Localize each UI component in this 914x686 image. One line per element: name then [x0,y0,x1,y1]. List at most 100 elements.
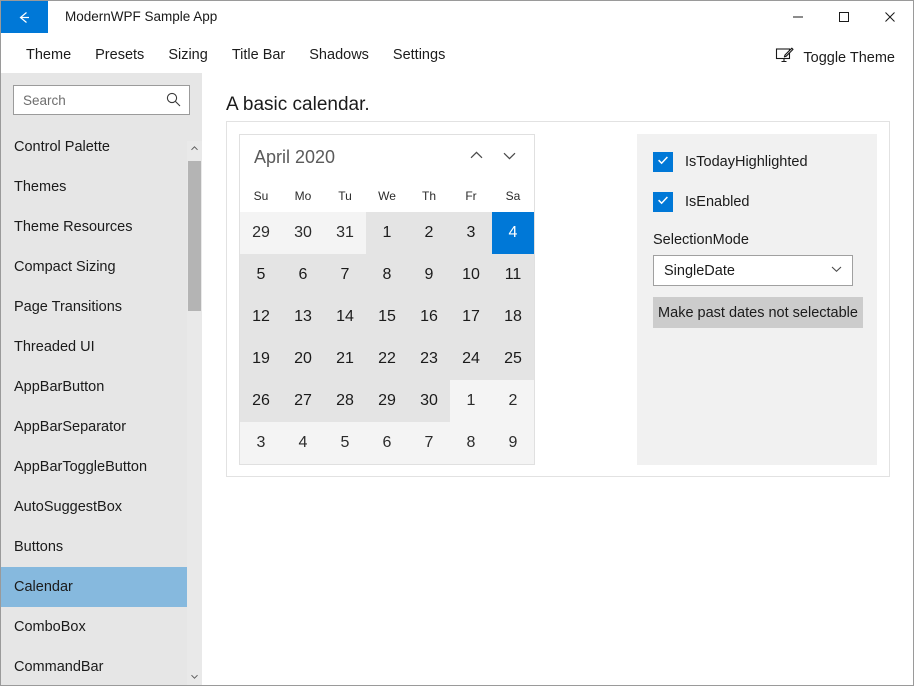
search-input[interactable] [13,85,190,115]
sidebar-item-threaded-ui[interactable]: Threaded UI [1,327,202,367]
content-area: A basic calendar. April 2020 [202,73,913,685]
close-button[interactable] [867,1,913,32]
calendar-day-cell[interactable]: 1 [366,212,408,254]
calendar-day-cell[interactable]: 22 [366,338,408,380]
scrollbar-up-button[interactable] [187,141,202,157]
sidebar-item-autosuggestbox[interactable]: AutoSuggestBox [1,487,202,527]
sidebar-item-commandbar[interactable]: CommandBar [1,647,202,685]
menu-item-settings[interactable]: Settings [381,43,457,67]
calendar-day-cell[interactable]: 26 [240,380,282,422]
sidebar-item-label: AutoSuggestBox [14,499,122,515]
calendar-day-cell[interactable]: 13 [282,296,324,338]
menu-item-presets[interactable]: Presets [83,43,156,67]
calendar-day-cell[interactable]: 15 [366,296,408,338]
calendar-month-title[interactable]: April 2020 [254,147,460,168]
sidebar-item-label: Page Transitions [14,299,122,315]
sidebar-item-appbarbutton[interactable]: AppBarButton [1,367,202,407]
sidebar-item-theme-resources[interactable]: Theme Resources [1,207,202,247]
calendar-day-cell[interactable]: 7 [324,254,366,296]
sidebar-item-label: Themes [14,179,66,195]
sidebar-item-buttons[interactable]: Buttons [1,527,202,567]
calendar-day-cell[interactable]: 1 [450,380,492,422]
sidebar-item-combobox[interactable]: ComboBox [1,607,202,647]
calendar-day-cell[interactable]: 5 [240,254,282,296]
selection-mode-combobox[interactable]: SingleDate [653,255,853,286]
calendar-day-cell[interactable]: 4 [282,422,324,464]
calendar-day-cell[interactable]: 6 [282,254,324,296]
calendar-day-cell[interactable]: 30 [408,380,450,422]
sidebar: Control Palette Themes Theme Resources C… [1,73,202,685]
window-caption-buttons [775,1,913,32]
calendar-day-cell-selected[interactable]: 4 [492,212,534,254]
calendar-day-cell[interactable]: 14 [324,296,366,338]
scrollbar-down-button[interactable] [187,669,202,685]
calendar-day-cell[interactable]: 16 [408,296,450,338]
maximize-icon [838,11,850,23]
calendar-day-cell[interactable]: 6 [366,422,408,464]
calendar-day-cell[interactable]: 17 [450,296,492,338]
options-panel: IsTodayHighlighted IsEnabled Selec [637,134,877,465]
calendar-day-cell[interactable]: 3 [240,422,282,464]
page-title: A basic calendar. [226,94,913,116]
calendar-day-cell[interactable]: 30 [282,212,324,254]
sidebar-item-compact-sizing[interactable]: Compact Sizing [1,247,202,287]
calendar-day-cell[interactable]: 19 [240,338,282,380]
calendar-day-cell[interactable]: 2 [408,212,450,254]
calendar-day-cell[interactable]: 27 [282,380,324,422]
calendar-day-header: Tu [324,180,366,212]
calendar-day-cell[interactable]: 29 [366,380,408,422]
body-area: Control Palette Themes Theme Resources C… [1,73,913,685]
calendar-day-cell[interactable]: 23 [408,338,450,380]
sidebar-item-control-palette[interactable]: Control Palette [1,127,202,167]
calendar-next-button[interactable] [493,143,526,173]
maximize-button[interactable] [821,1,867,32]
calendar-previous-button[interactable] [460,143,493,173]
selection-mode-label: SelectionMode [653,232,861,248]
calendar-day-cell[interactable]: 9 [408,254,450,296]
calendar-day-cell[interactable]: 8 [366,254,408,296]
calendar-day-cell[interactable]: 7 [408,422,450,464]
back-button[interactable] [1,1,48,33]
menu-item-theme[interactable]: Theme [14,43,83,67]
menu-item-shadows[interactable]: Shadows [297,43,381,67]
toggle-theme-button[interactable]: Toggle Theme [771,43,899,73]
calendar-day-cell[interactable]: 10 [450,254,492,296]
checkbox-row-is-today-highlighted[interactable]: IsTodayHighlighted [653,152,861,172]
menu-item-sizing[interactable]: Sizing [156,43,220,67]
checkbox-is-enabled[interactable] [653,192,673,212]
calendar-day-cell[interactable]: 3 [450,212,492,254]
sidebar-item-page-transitions[interactable]: Page Transitions [1,287,202,327]
scrollbar-thumb[interactable] [188,161,201,311]
sidebar-item-label: Buttons [14,539,63,555]
calendar-day-cell[interactable]: 20 [282,338,324,380]
calendar-day-cell[interactable]: 28 [324,380,366,422]
calendar-day-cell[interactable]: 24 [450,338,492,380]
calendar-day-cell[interactable]: 5 [324,422,366,464]
sidebar-item-label: CommandBar [14,659,103,675]
calendar-day-cell[interactable]: 18 [492,296,534,338]
calendar-day-cell[interactable]: 21 [324,338,366,380]
calendar-day-cell[interactable]: 31 [324,212,366,254]
calendar-day-cell[interactable]: 29 [240,212,282,254]
calendar-day-cell[interactable]: 9 [492,422,534,464]
sidebar-item-appbartogglebutton[interactable]: AppBarToggleButton [1,447,202,487]
calendar-day-cell[interactable]: 11 [492,254,534,296]
sidebar-scrollbar[interactable] [187,141,202,685]
minimize-button[interactable] [775,1,821,32]
sidebar-item-calendar[interactable]: Calendar [1,567,187,607]
app-title: ModernWPF Sample App [65,1,217,33]
menu-item-title-bar[interactable]: Title Bar [220,43,297,67]
make-past-dates-not-selectable-button[interactable]: Make past dates not selectable [653,297,863,328]
minimize-icon [792,11,804,23]
calendar-control: April 2020 [239,134,535,465]
calendar-day-cell[interactable]: 2 [492,380,534,422]
checkbox-is-today-highlighted[interactable] [653,152,673,172]
sidebar-item-themes[interactable]: Themes [1,167,202,207]
chevron-down-icon [829,261,844,281]
sidebar-item-appbarseparator[interactable]: AppBarSeparator [1,407,202,447]
calendar-day-cell[interactable]: 25 [492,338,534,380]
calendar-day-cell[interactable]: 8 [450,422,492,464]
calendar-day-cell[interactable]: 12 [240,296,282,338]
checkbox-row-is-enabled[interactable]: IsEnabled [653,192,861,212]
chevron-up-icon [467,146,486,170]
